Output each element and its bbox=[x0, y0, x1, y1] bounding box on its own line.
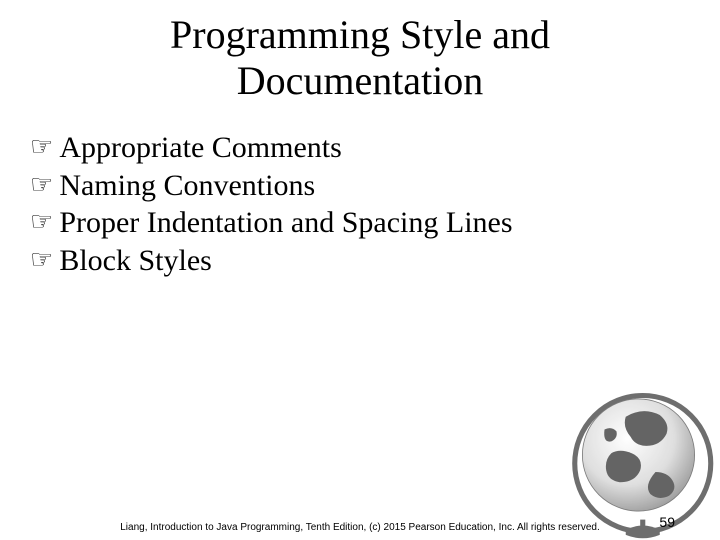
list-item-text: Block Styles bbox=[59, 242, 212, 280]
list-item: ☞ Appropriate Comments bbox=[30, 129, 690, 167]
slide-body: ☞ Appropriate Comments ☞ Naming Conventi… bbox=[0, 104, 720, 279]
list-item-text: Appropriate Comments bbox=[59, 129, 341, 167]
pointing-hand-icon: ☞ bbox=[30, 129, 53, 164]
list-item-text: Naming Conventions bbox=[59, 167, 315, 205]
page-number: 59 bbox=[659, 514, 675, 530]
list-item: ☞ Block Styles bbox=[30, 242, 690, 280]
footer-text: Liang, Introduction to Java Programming,… bbox=[0, 522, 720, 534]
pointing-hand-icon: ☞ bbox=[30, 204, 53, 239]
globe-icon bbox=[540, 370, 720, 540]
slide-title: Programming Style and Documentation bbox=[0, 0, 720, 104]
list-item-text: Proper Indentation and Spacing Lines bbox=[59, 204, 512, 242]
pointing-hand-icon: ☞ bbox=[30, 242, 53, 277]
title-line-1: Programming Style and bbox=[170, 12, 550, 57]
list-item: ☞ Proper Indentation and Spacing Lines bbox=[30, 204, 690, 242]
pointing-hand-icon: ☞ bbox=[30, 167, 53, 202]
list-item: ☞ Naming Conventions bbox=[30, 167, 690, 205]
slide: Programming Style and Documentation ☞ Ap… bbox=[0, 0, 720, 540]
title-line-2: Documentation bbox=[237, 58, 484, 103]
